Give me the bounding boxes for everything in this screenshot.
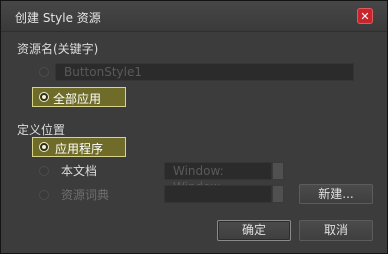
close-icon[interactable]: ✕ xyxy=(357,8,373,24)
key-radio[interactable] xyxy=(39,67,49,77)
resource-name-label: 资源名(关键字) xyxy=(17,42,99,56)
definition-location-label: 定义位置 xyxy=(17,123,66,137)
application-option[interactable]: 应用程序 xyxy=(32,137,126,157)
create-style-resource-dialog: 创建 Style 资源 ✕ 资源名(关键字) ButtonStyle1 全部应用… xyxy=(0,0,388,254)
resource-dictionary-label: 资源词典 xyxy=(61,188,110,202)
application-label: 应用程序 xyxy=(55,142,104,156)
document-combo-dropdown[interactable] xyxy=(272,162,284,180)
apply-all-label: 全部应用 xyxy=(53,92,102,106)
apply-all-option[interactable]: 全部应用 xyxy=(32,87,126,107)
ok-button[interactable]: 确定 xyxy=(217,220,291,241)
dictionary-combo[interactable] xyxy=(164,185,272,203)
apply-all-radio[interactable] xyxy=(39,92,49,102)
this-document-label: 本文档 xyxy=(61,164,98,178)
dictionary-combo-dropdown[interactable] xyxy=(272,185,284,203)
new-button[interactable]: 新建... xyxy=(299,184,373,204)
dialog-title: 创建 Style 资源 xyxy=(15,11,101,25)
title-bar: 创建 Style 资源 ✕ xyxy=(1,1,387,32)
document-combo[interactable]: Window: Window xyxy=(164,162,272,194)
application-radio[interactable] xyxy=(39,142,49,152)
resource-key-input[interactable]: ButtonStyle1 xyxy=(55,63,354,81)
cancel-button[interactable]: 取消 xyxy=(299,220,373,241)
resource-dictionary-radio[interactable] xyxy=(39,190,49,200)
this-document-radio[interactable] xyxy=(39,166,49,176)
